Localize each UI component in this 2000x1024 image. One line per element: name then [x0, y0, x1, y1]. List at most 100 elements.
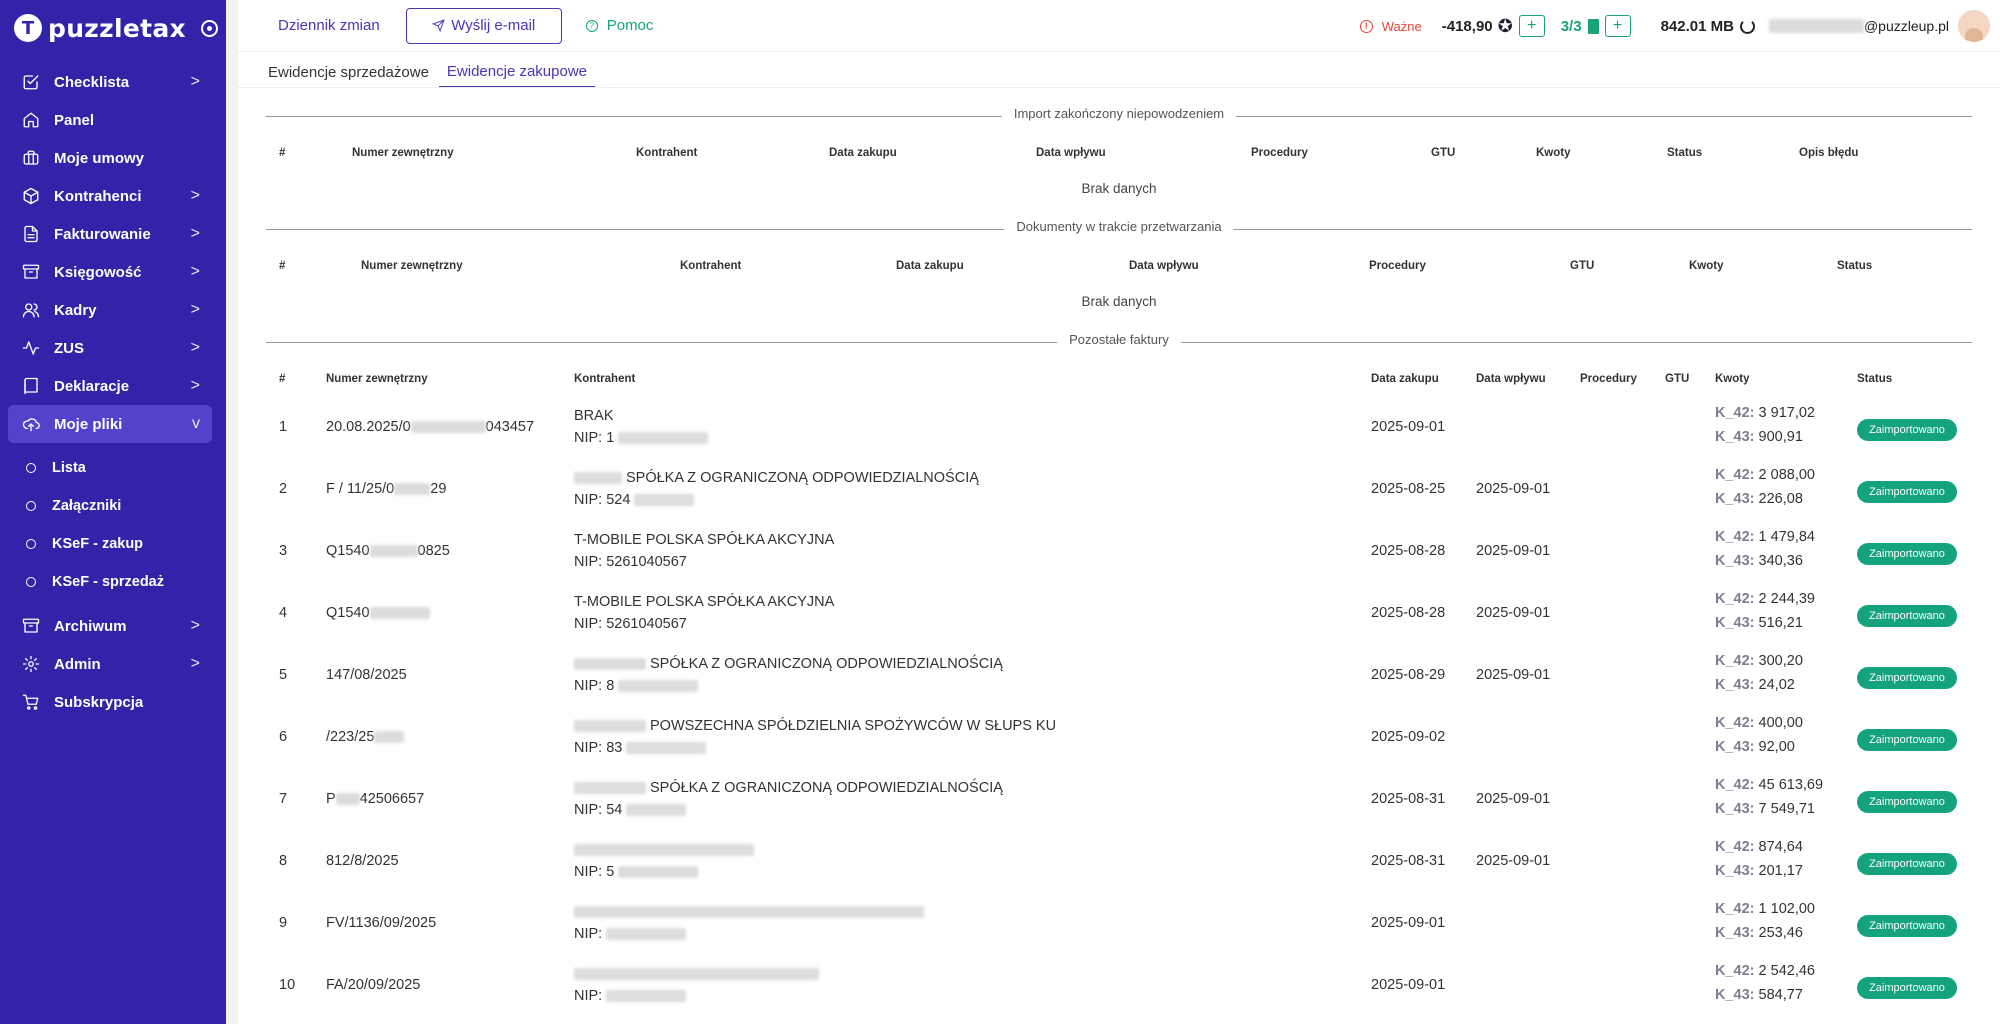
amount-k42: K_42: 874,64: [1715, 839, 1803, 855]
sidebar-item-kontrahenci[interactable]: Kontrahenci >: [8, 177, 212, 215]
tab-ewidencje-zakupowe[interactable]: Ewidencje zakupowe: [438, 56, 596, 88]
column-header: Status: [1857, 373, 1893, 385]
column-header: Kontrahent: [636, 147, 698, 159]
status-badge[interactable]: Zaimportowano: [1857, 543, 1957, 565]
table-row[interactable]: 2 F / 11/25/0 29 SPÓŁKA Z OGRANICZONĄ ODPOW…: [266, 461, 1972, 523]
external-number-text: FV/1136/09/2025: [326, 915, 437, 931]
purchase-date: 2025-08-31: [1371, 853, 1446, 869]
sidebar-item-label: Admin: [54, 655, 101, 673]
contractor-nip-text: NIP: 54: [574, 802, 623, 818]
send-email-button[interactable]: Wyślij e-mail: [405, 7, 562, 44]
sidebar-subitem-ksef-zakup[interactable]: KSeF - zakup: [0, 525, 226, 563]
amount-value: 201,17: [1758, 863, 1803, 879]
cart-icon: [22, 693, 40, 711]
row-number: 9: [279, 915, 288, 931]
column-header: Data zakupu: [896, 260, 964, 272]
table-row[interactable]: 3 Q1540 0825 T-MOBILE POLSKA SPÓŁKA AKCYJNA…: [266, 523, 1972, 585]
purchase-date: 2025-08-29: [1371, 667, 1446, 683]
amount-value: 24,02: [1758, 677, 1795, 693]
sidebar-subitem-label: KSeF - zakup: [52, 536, 144, 552]
avatar[interactable]: [1958, 10, 1990, 42]
sidebar-item-label: Moje umowy: [54, 149, 145, 167]
sidebar-subitem-zalaczniki[interactable]: Załączniki: [0, 487, 226, 525]
brand-name: puzzletax: [48, 13, 186, 43]
status-badge[interactable]: Zaimportowano: [1857, 915, 1957, 937]
section-processing: Dokumenty w trakcie przetwarzania: [266, 219, 1972, 239]
redacted-text: [574, 720, 646, 733]
row-number: 6: [279, 729, 288, 745]
sidebar-subitem-ksef-sprzedaz[interactable]: KSeF - sprzedaż: [0, 563, 226, 601]
archive-icon: [22, 617, 40, 635]
sidebar-item-zus[interactable]: ZUS >: [8, 329, 212, 367]
table-row[interactable]: 6/223/25 POWSZECHNA SPÓŁDZIELNIA SPOŻYWCÓ…: [266, 709, 1972, 771]
target-icon[interactable]: [200, 19, 218, 37]
column-header: #: [279, 147, 286, 159]
status-badge[interactable]: Zaimportowano: [1857, 481, 1957, 503]
sidebar-item-fakturowanie[interactable]: Fakturowanie >: [8, 215, 212, 253]
external-number: 812/8/2025: [326, 853, 399, 869]
table-row[interactable]: 7 P 42506657 SPÓŁKA Z OGRANICZONĄ ODPOWIEDZ…: [266, 771, 1972, 833]
purchase-date: 2025-09-01: [1371, 977, 1446, 993]
receipt-date: 2025-09-01: [1476, 481, 1551, 497]
table-row[interactable]: 5 147/08/2025 SPÓŁKA Z OGRANICZONĄ ODPOWIE…: [266, 647, 1972, 709]
redacted-text: [634, 494, 695, 507]
table-row[interactable]: 9 FV/1136/09/2025 NIP: 2025-09-01 K_42: 1 10…: [266, 895, 1972, 957]
archive-box-icon: [22, 263, 40, 281]
sidebar-item-archiwum[interactable]: Archiwum >: [8, 607, 212, 645]
sidebar-item-moje-umowy[interactable]: Moje umowy: [8, 139, 212, 177]
user-email[interactable]: @puzzleup.pl: [1768, 18, 1949, 34]
external-number: FV/1136/09/2025: [326, 915, 436, 931]
sidebar-item-kadry[interactable]: Kadry >: [8, 291, 212, 329]
sidebar-item-moje-pliki[interactable]: Moje pliki v: [8, 405, 212, 443]
amount-label: K_43:: [1715, 987, 1755, 1003]
sidebar-item-checklista[interactable]: Checklista >: [8, 63, 212, 101]
table-row[interactable]: 4 Q1540 T-MOBILE POLSKA SPÓŁKA AKCYJNA NIP:…: [266, 585, 1972, 647]
status-badge[interactable]: Zaimportowano: [1857, 729, 1957, 751]
status-badge[interactable]: Zaimportowano: [1857, 605, 1957, 627]
sidebar-item-subskrypcja[interactable]: Subskrypcja: [8, 683, 212, 721]
external-number: 147/08/2025: [326, 667, 407, 683]
table-row[interactable]: 1 20.08.2025/0 043457 BRAK NIP: 1 2025-09-01 K…: [266, 399, 1972, 461]
contractor-nip: NIP: 5261040567: [574, 616, 687, 632]
contractor-nip-text: NIP: 5: [574, 864, 615, 880]
row-number: 1: [279, 419, 288, 435]
chevron-right-icon: >: [190, 225, 200, 242]
sidebar-item-ksiegowosc[interactable]: Księgowość >: [8, 253, 212, 291]
table-row[interactable]: 8 812/8/2025 NIP: 5 2025-08-31 2025-09-01 K_4…: [266, 833, 1972, 895]
sidebar-item-label: Kontrahenci: [54, 187, 142, 205]
alert-icon: !: [1359, 19, 1373, 33]
sidebar-item-panel[interactable]: Panel: [8, 101, 212, 139]
add-puzzles-button[interactable]: +: [1518, 15, 1545, 37]
table-row[interactable]: 10 FA/20/09/2025 NIP: 2025-09-01 K_42: 2 542…: [266, 957, 1972, 1019]
document-icon: [22, 225, 40, 243]
redacted-text: [374, 731, 405, 744]
sidebar-subitem-lista[interactable]: Lista: [0, 449, 226, 487]
contractor-name: T-MOBILE POLSKA SPÓŁKA AKCYJNA: [574, 594, 834, 610]
status-badge[interactable]: Zaimportowano: [1857, 667, 1957, 689]
status-badge[interactable]: Zaimportowano: [1857, 977, 1957, 999]
contractor-name-text: BRAK: [574, 408, 614, 424]
column-header: Data zakupu: [829, 147, 897, 159]
sidebar-item-admin[interactable]: Admin >: [8, 645, 212, 683]
important-link[interactable]: ! Ważne: [1359, 18, 1422, 34]
table-header: # Numer zewnętrzny Kontrahent Data zakup…: [266, 373, 1972, 393]
help-link[interactable]: ? Pomoc: [585, 17, 653, 34]
add-documents-button[interactable]: +: [1604, 15, 1631, 37]
contractor-name: [574, 842, 758, 858]
sidebar-subitem-label: Załączniki: [52, 498, 122, 514]
row-number: 3: [279, 543, 288, 559]
sidebar-item-deklaracje[interactable]: Deklaracje >: [8, 367, 212, 405]
status-badge[interactable]: Zaimportowano: [1857, 853, 1957, 875]
circle-icon: [26, 501, 36, 511]
amount-value: 2 244,39: [1758, 591, 1815, 607]
status-badge[interactable]: Zaimportowano: [1857, 419, 1957, 441]
external-number-text: FA/20/09/2025: [326, 977, 421, 993]
empty-state: Brak danych: [1081, 181, 1157, 196]
important-label: Ważne: [1381, 18, 1422, 34]
chevron-right-icon: >: [190, 617, 200, 634]
contractor-name-text: T-MOBILE POLSKA SPÓŁKA AKCYJNA: [574, 594, 835, 610]
status-badge[interactable]: Zaimportowano: [1857, 791, 1957, 813]
puzzle-balance: -418,90: [1441, 17, 1493, 35]
changelog-link[interactable]: Dziennik zmian: [278, 17, 380, 34]
tab-ewidencje-sprzedazowe[interactable]: Ewidencje sprzedażowe: [266, 56, 431, 88]
